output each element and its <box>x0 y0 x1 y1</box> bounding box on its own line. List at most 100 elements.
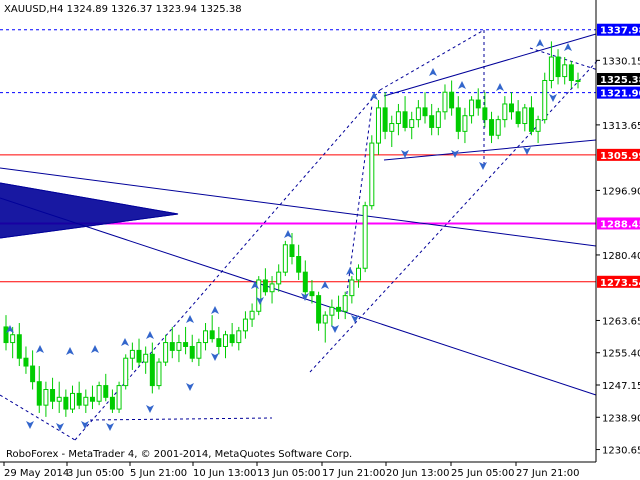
price-tick-label: 1313.65 <box>602 121 640 132</box>
candle-body <box>375 107 381 144</box>
candle-body <box>528 107 534 132</box>
candle-body <box>575 79 581 82</box>
candle-body <box>236 330 242 344</box>
time-tick-label: 25 Jun 05:00 <box>451 468 515 479</box>
time-tick-label: 3 Jun 05:00 <box>67 468 124 479</box>
candle-body <box>322 314 328 324</box>
candle-body <box>249 310 255 320</box>
candle-body <box>395 111 401 125</box>
candle-body <box>163 342 169 363</box>
candle-body <box>289 244 295 258</box>
candle-body <box>495 119 501 136</box>
price-chart: 1330.15 1313.65 1296.90 1280.40 1263.65 1255.… <box>0 0 640 480</box>
candle-body <box>262 279 268 293</box>
candle-body <box>489 119 495 136</box>
candle-body <box>282 244 288 273</box>
candle-body <box>16 334 22 359</box>
candle-body <box>276 271 282 285</box>
candle-body <box>143 353 149 363</box>
level-badge-label: 1288.45 <box>600 219 640 230</box>
candle-body <box>36 381 42 406</box>
candle-body <box>229 334 235 344</box>
chart-background <box>0 0 640 480</box>
level-badge-label: 1305.99 <box>600 151 640 162</box>
candle-body <box>415 107 421 121</box>
candle-body <box>123 357 129 387</box>
candle-body <box>296 256 302 273</box>
time-tick-label: 10 Jun 13:00 <box>193 468 257 479</box>
candle-body <box>548 56 554 81</box>
candle-body <box>222 334 228 347</box>
candle-body <box>435 111 441 128</box>
candle-body <box>482 107 488 121</box>
candle-body <box>89 396 95 402</box>
candle-body <box>429 115 435 128</box>
candle-body <box>362 205 368 269</box>
price-tick-label: 1238.90 <box>602 413 640 424</box>
candle-body <box>422 107 428 117</box>
candle-body <box>56 396 62 402</box>
candle-body <box>329 306 335 316</box>
candle-body <box>96 385 102 402</box>
candle-body <box>349 279 355 297</box>
candle-body <box>309 291 315 297</box>
price-tick-label: 1330.15 <box>602 56 640 67</box>
candle-body <box>382 107 388 132</box>
candle-body <box>169 342 175 351</box>
level-badge-label: 1321.90 <box>600 89 640 100</box>
candle-body <box>129 349 135 359</box>
level-badge-label: 1273.54 <box>600 278 640 289</box>
candle-body <box>356 267 362 281</box>
time-tick-label: 13 Jun 05:00 <box>257 468 321 479</box>
price-tick-label: 1263.65 <box>602 316 640 327</box>
candle-body <box>542 79 548 121</box>
time-tick-label: 17 Jun 21:00 <box>322 468 386 479</box>
candle-body <box>455 107 461 132</box>
candle-body <box>342 295 348 312</box>
time-tick-label: 29 May 2014 <box>4 468 69 479</box>
candle-body <box>10 334 16 344</box>
candle-body <box>109 396 115 410</box>
candle-body <box>3 326 9 344</box>
candle-body <box>116 385 122 410</box>
price-tick-label: 1296.90 <box>602 186 640 197</box>
candle-body <box>70 392 76 410</box>
candle-body <box>83 396 89 406</box>
candle-body <box>555 56 561 78</box>
candle-body <box>508 103 514 113</box>
candle-body <box>389 123 395 132</box>
candle-body <box>442 91 448 113</box>
candle-body <box>63 396 69 410</box>
candle-body <box>515 111 521 125</box>
candle-body <box>302 271 308 293</box>
candle-body <box>103 385 109 398</box>
candle-body <box>30 365 36 383</box>
chart-title: XAUUSD,H4 1324.89 1326.37 1323.94 1325.3… <box>4 4 242 15</box>
candle-body <box>196 342 202 359</box>
candle-body <box>189 345 195 359</box>
candle-body <box>216 338 222 347</box>
candle-body <box>562 64 568 78</box>
candle-body <box>76 392 82 406</box>
candle-body <box>176 342 182 351</box>
time-tick-label: 20 Jun 13:00 <box>386 468 450 479</box>
candle-body <box>568 64 574 81</box>
candle-body <box>316 295 322 324</box>
candle-body <box>469 99 475 117</box>
candle-body <box>402 111 408 128</box>
candle-body <box>522 107 528 125</box>
candle-body <box>149 353 155 387</box>
candle-body <box>502 103 508 121</box>
candle-body <box>449 91 455 109</box>
candle-body <box>50 389 56 402</box>
price-tick-label: 1230.65 <box>602 446 640 457</box>
candle-body <box>369 142 375 207</box>
candle-body <box>475 99 481 109</box>
candle-body <box>156 361 162 387</box>
price-tick-label: 1255.40 <box>602 349 640 360</box>
level-badge-label: 1325.38 <box>600 75 640 86</box>
candle-body <box>209 330 215 340</box>
candle-body <box>23 357 29 367</box>
candle-body <box>203 330 209 344</box>
candle-body <box>242 318 248 332</box>
